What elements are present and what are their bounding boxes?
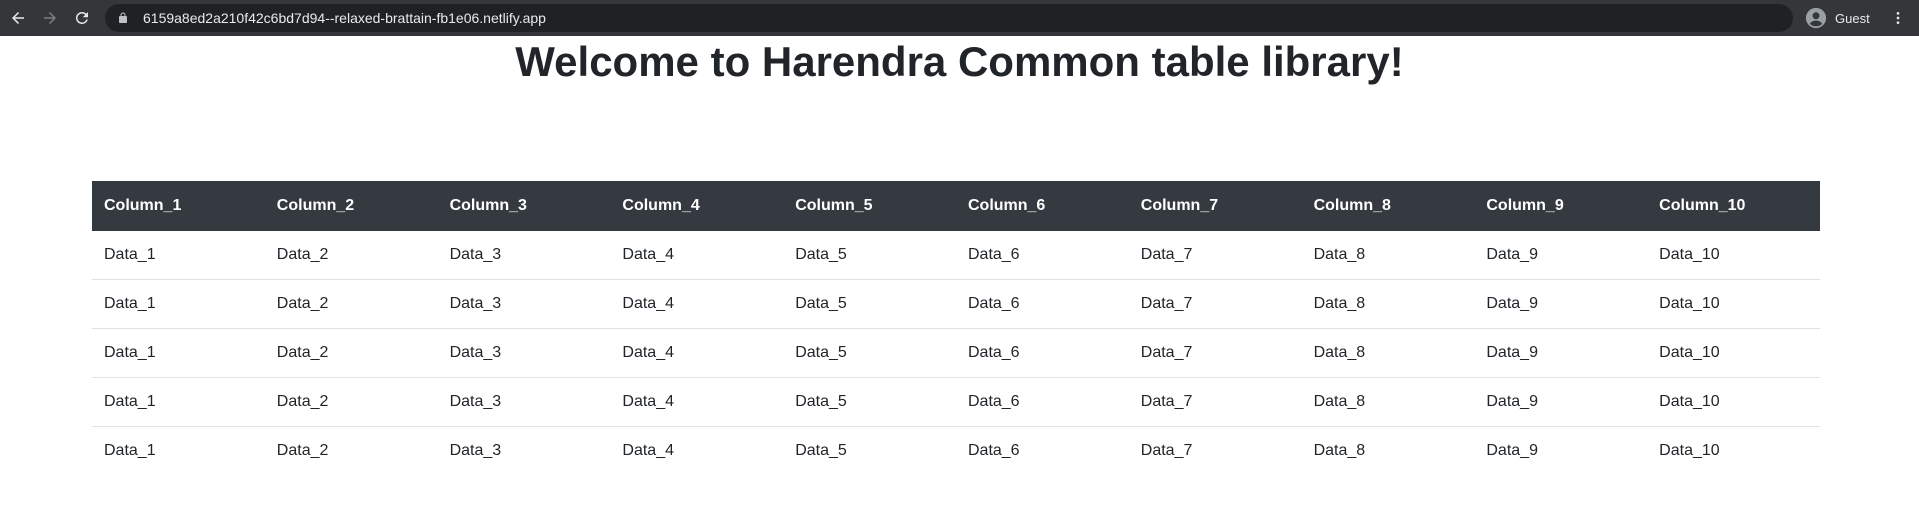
table-cell: Data_5 [783, 328, 956, 378]
profile-label: Guest [1835, 10, 1870, 26]
table-header-row: Column_1 Column_2 Column_3 Column_4 Colu… [92, 181, 1820, 231]
table-cell: Data_9 [1474, 377, 1648, 427]
table-cell: Data_7 [1128, 377, 1302, 427]
forward-button[interactable] [34, 2, 66, 34]
table-header: Column_1 Column_2 Column_3 Column_4 Colu… [92, 181, 1820, 231]
table-cell: Data_5 [783, 231, 956, 280]
table-cell: Data_1 [92, 279, 265, 329]
table-cell: Data_6 [955, 377, 1129, 427]
table-body: Data_1 Data_2 Data_3 Data_4 Data_5 Data_… [92, 231, 1820, 475]
table-cell: Data_4 [610, 231, 784, 280]
column-header: Column_5 [783, 181, 956, 231]
table-cell: Data_2 [264, 279, 438, 329]
table-cell: Data_9 [1474, 328, 1648, 378]
table-row: Data_1 Data_2 Data_3 Data_4 Data_5 Data_… [92, 279, 1820, 329]
lock-icon[interactable] [117, 11, 131, 25]
table-cell: Data_8 [1301, 279, 1475, 329]
table-row: Data_1 Data_2 Data_3 Data_4 Data_5 Data_… [92, 328, 1820, 378]
table-cell: Data_9 [1474, 279, 1648, 329]
table-cell: Data_10 [1647, 279, 1820, 329]
table-cell: Data_3 [437, 231, 611, 280]
back-icon [12, 12, 24, 24]
address-bar[interactable]: 6159a8ed2a210f42c6bd7d94--relaxed-bratta… [105, 4, 1793, 32]
table-cell: Data_4 [610, 279, 784, 329]
column-header: Column_7 [1128, 181, 1302, 231]
data-table: Column_1 Column_2 Column_3 Column_4 Colu… [92, 181, 1820, 475]
table-cell: Data_7 [1140, 442, 1193, 459]
table-cell: Data_4 [610, 377, 784, 427]
column-header: Column_9 [1474, 181, 1648, 231]
table-cell: Data_2 [264, 231, 438, 280]
table-cell: Data_1 [92, 328, 265, 378]
browser-menu-button[interactable] [1884, 4, 1912, 32]
table-row: Data_1 Data_2 Data_3 Data_4 Data_5 Data_… [92, 377, 1820, 427]
table-cell: Data_5 [795, 442, 847, 459]
browser-toolbar: 6159a8ed2a210f42c6bd7d94--relaxed-bratta… [0, 0, 1919, 36]
forward-icon [44, 12, 56, 24]
column-header: Column_3 [437, 181, 611, 231]
table-cell: Data_4 [622, 442, 674, 459]
table-cell: Data_10 [1659, 442, 1720, 459]
table-cell: Data_8 [1301, 377, 1475, 427]
profile-button[interactable]: Guest [1805, 4, 1870, 32]
table-cell: Data_2 [264, 328, 438, 378]
table-cell: Data_5 [783, 279, 956, 329]
table-cell: Data_9 [1486, 442, 1538, 459]
table-cell: Data_4 [610, 328, 784, 378]
column-header: Column_10 [1647, 181, 1820, 231]
table-cell: Data_10 [1647, 328, 1820, 378]
kebab-menu-icon [1896, 12, 1900, 24]
table-cell: Data_6 [967, 442, 1020, 459]
table-cell: Data_6 [955, 279, 1129, 329]
table-row: Data_1 Data_2 Data_3 Data_4 Data_5 Data_… [92, 231, 1820, 280]
table-cell: Data_6 [955, 231, 1129, 280]
table-cell: Data_10 [1647, 377, 1820, 427]
table-cell: Data_2 [264, 377, 438, 427]
table-cell: Data_8 [1313, 442, 1366, 459]
table-cell: Data_3 [449, 442, 502, 459]
table-cell: Data_6 [955, 328, 1129, 378]
avatar-icon [1805, 7, 1827, 29]
table-cell: Data_7 [1128, 328, 1302, 378]
back-button[interactable] [2, 2, 34, 34]
column-header: Column_6 [955, 181, 1129, 231]
table-cell: Data_7 [1128, 231, 1302, 280]
page-title: Welcome to Harendra Common table library… [515, 38, 1404, 85]
table-cell: Data_1 [92, 231, 265, 280]
table-row: Data_1 Data_2 Data_3 Data_4 Data_5 Data_… [92, 427, 1820, 476]
table-cell: Data_5 [783, 377, 956, 427]
url-text[interactable]: 6159a8ed2a210f42c6bd7d94--relaxed-bratta… [143, 10, 546, 26]
table-cell: Data_1 [104, 442, 156, 459]
column-header: Column_8 [1301, 181, 1475, 231]
column-header: Column_4 [610, 181, 784, 231]
table-cell: Data_3 [437, 279, 611, 329]
reload-button[interactable] [66, 2, 98, 34]
column-header: Column_1 [92, 181, 265, 231]
table-cell: Data_3 [437, 328, 611, 378]
data-table-container: Column_1 Column_2 Column_3 Column_4 Colu… [92, 181, 1820, 475]
table-cell: Data_2 [276, 442, 329, 459]
table-cell: Data_1 [92, 377, 265, 427]
table-cell: Data_8 [1301, 328, 1475, 378]
table-cell: Data_8 [1301, 231, 1475, 280]
table-cell: Data_3 [437, 377, 611, 427]
table-cell: Data_9 [1474, 231, 1648, 280]
column-header: Column_2 [264, 181, 438, 231]
table-cell: Data_10 [1647, 231, 1820, 280]
table-cell: Data_7 [1128, 279, 1302, 329]
reload-icon [76, 11, 88, 24]
